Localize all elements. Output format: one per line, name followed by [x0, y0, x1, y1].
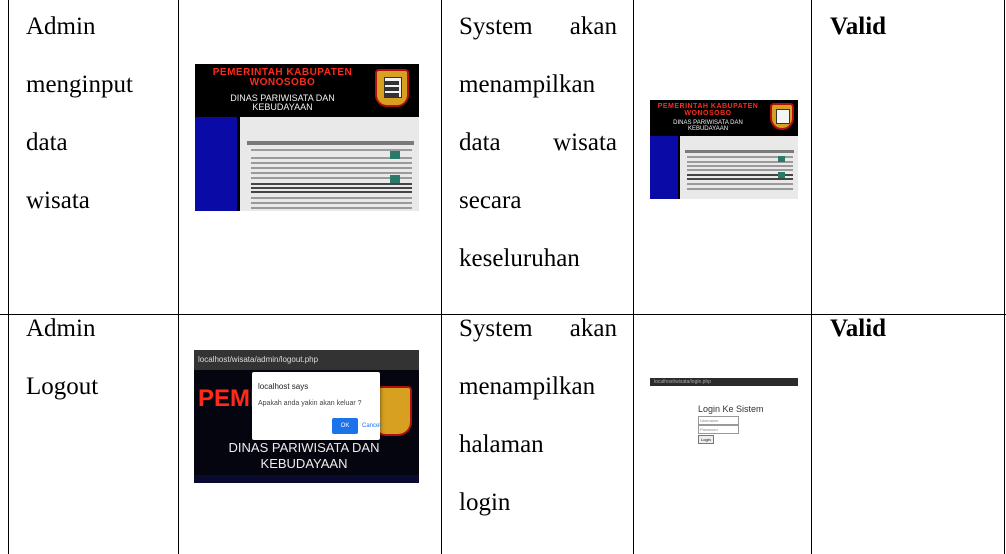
cell-text-line: login	[459, 489, 511, 516]
table-border-left	[8, 0, 9, 554]
dialog-cancel-button[interactable]: Cancel	[362, 423, 381, 429]
screenshot-output-data-wisata: PEMERINTAH KABUPATEN WONOSOBO DINAS PARI…	[650, 100, 798, 199]
screenshot-subtitle: KEBUDAYAAN	[252, 102, 313, 112]
table-border-right	[1004, 0, 1005, 554]
browser-url-bar: localhost/wisata/admin/logout.php	[194, 350, 419, 370]
screenshot-content	[240, 117, 419, 211]
screenshot-subtitle: KEBUDAYAAN	[260, 456, 348, 471]
cell-text-line: menampilkan	[459, 373, 596, 400]
cell-text-line: keseluruhan	[459, 245, 580, 272]
dialog-message: Apakah anda yakin akan keluar ?	[258, 400, 362, 407]
cell-text-line: wisata	[26, 187, 90, 214]
cell-text-line: data wisata	[459, 129, 617, 156]
confirm-dialog: localhost says Apakah anda yakin akan ke…	[252, 372, 381, 440]
table-cell-result: Valid	[830, 315, 887, 342]
table-cell-result: Valid	[830, 13, 887, 40]
screenshot-subtitle: DINAS PARIWISATA DAN	[228, 440, 380, 455]
cell-text-line: menampilkan	[459, 71, 596, 98]
screenshot-subtitle: KEBUDAYAAN	[687, 126, 729, 132]
login-button[interactable]: Login	[698, 435, 714, 444]
cell-text-line: Admin	[26, 315, 96, 342]
cell-text-line: Admin	[26, 13, 96, 40]
cell-text-line: menginput	[26, 71, 133, 98]
username-field[interactable]: Username	[698, 416, 739, 425]
cell-text-line: data	[26, 129, 68, 156]
screenshot-title: WONOSOBO	[249, 77, 316, 88]
screenshot-input-data-wisata: PEMERINTAH KABUPATEN WONOSOBO DINAS PARI…	[195, 64, 419, 211]
dialog-ok-button[interactable]: OK	[332, 418, 358, 434]
screenshot-login-page: localhost/wisata/login.php Login Ke Sist…	[650, 378, 798, 448]
screenshot-footer	[194, 475, 419, 483]
password-field[interactable]: Password	[698, 425, 739, 434]
table-column-divider	[441, 0, 442, 554]
table-column-divider	[811, 0, 812, 554]
screenshot-content	[680, 136, 798, 199]
dialog-title: localhost says	[258, 382, 309, 391]
screenshot-sidebar	[650, 136, 678, 199]
screenshot-logout-confirm: localhost/wisata/admin/logout.php PEMEI …	[194, 350, 419, 483]
screenshot-sidebar	[195, 117, 237, 211]
table-cell-expected-output: System akan menampilkan halaman login	[459, 300, 617, 532]
regency-crest-icon	[770, 103, 794, 130]
screenshot-title: PEMERINTAH KABUPATEN	[657, 103, 759, 110]
table-cell-actor: Admin menginput data wisata	[26, 0, 133, 230]
table-column-divider	[178, 0, 179, 554]
screenshot-title: WONOSOBO	[684, 110, 732, 117]
login-heading: Login Ke Sistem	[698, 404, 764, 414]
table-cell-expected-output: System akan menampilkan data wisata secara…	[459, 0, 617, 288]
table-column-divider	[633, 0, 634, 554]
cell-text-line: Logout	[26, 373, 99, 400]
cell-text-line: System akan	[459, 315, 617, 342]
cell-text-line: System akan	[459, 13, 617, 40]
table-cell-actor: Admin Logout	[26, 300, 98, 416]
regency-crest-icon	[375, 69, 409, 107]
cell-text-line: secara	[459, 187, 522, 214]
cell-text-line: halaman	[459, 431, 544, 458]
test-case-table: Admin menginput data wisata PEMERINTAH K…	[0, 0, 1006, 554]
browser-url-bar: localhost/wisata/login.php	[650, 378, 798, 386]
